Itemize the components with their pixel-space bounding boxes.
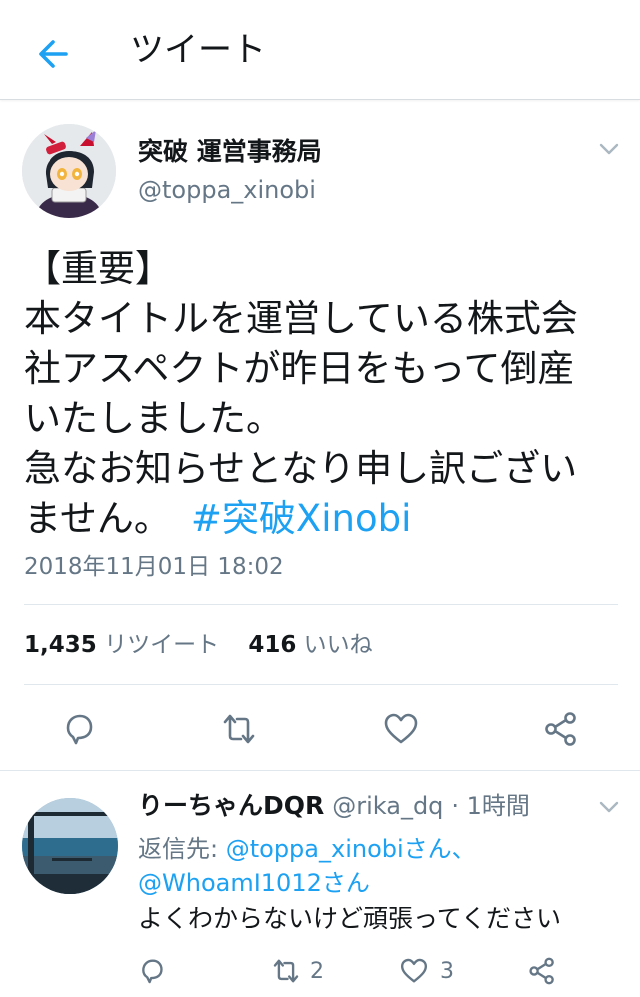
share-icon[interactable] <box>526 956 558 986</box>
divider <box>0 770 640 771</box>
chevron-down-icon[interactable] <box>596 136 622 162</box>
reply-to: 返信先: @toppa_xinobiさん、 @WhoamI1012さん <box>138 832 618 900</box>
tweet-text-line: 【重要】 <box>24 247 172 290</box>
hashtag-link[interactable]: #突破Xinobi <box>191 497 411 540</box>
retweet-icon[interactable] <box>270 956 302 986</box>
tweet-text: 【重要】 本タイトルを運営している株式会 社アスペクトが昨日をもって倒産 いたし… <box>24 244 624 544</box>
tweet-timestamp: 2018年11月01日 18:02 <box>24 554 284 580</box>
mention-link[interactable]: @WhoamI1012さん <box>138 869 370 897</box>
divider <box>24 604 618 605</box>
tweet-last-line: ません。 #突破Xinobi <box>24 494 624 544</box>
arrow-left-icon[interactable] <box>34 34 74 74</box>
avatar[interactable] <box>22 124 116 218</box>
avatar-photo <box>22 798 118 894</box>
divider <box>24 684 618 685</box>
heart-icon[interactable] <box>398 956 430 986</box>
tweet-text-line: 急なお知らせとなり申し訳ござい <box>24 447 578 490</box>
tweet-text-line: 本タイトルを運営している株式会 <box>24 297 578 340</box>
reply-time: · 1時間 <box>451 792 530 820</box>
author-handle[interactable]: @toppa_xinobi <box>138 174 316 206</box>
reply-author: りーちゃんDQR @rika_dq · 1時間 <box>138 788 530 824</box>
retweet-icon[interactable] <box>219 710 259 748</box>
share-icon[interactable] <box>541 710 581 748</box>
chevron-down-icon[interactable] <box>596 794 622 820</box>
like-count[interactable]: 416 <box>248 632 296 658</box>
reply-to-label: 返信先: <box>138 835 226 863</box>
retweet-label[interactable]: リツイート <box>104 632 219 658</box>
reply-like-count: 3 <box>440 959 454 984</box>
reply-icon[interactable] <box>137 956 167 986</box>
tweet-stats: 1,435 リツイート 416 いいね <box>24 628 373 662</box>
reply-author-name[interactable]: りーちゃんDQR <box>138 791 324 820</box>
app-bar: ツイート <box>0 0 640 100</box>
mention-link[interactable]: @toppa_xinobiさん、 <box>226 835 476 863</box>
reply-text: よくわからないけど頑張ってください <box>138 904 562 933</box>
tweet-text-line: ません。 <box>24 497 171 540</box>
reply-icon[interactable] <box>60 710 98 748</box>
avatar-illustration <box>22 124 116 218</box>
reply-retweet-count: 2 <box>310 959 324 984</box>
author-name[interactable]: 突破 運営事務局 <box>138 134 322 170</box>
tweet-text-line: いたしました。 <box>24 397 283 440</box>
like-label[interactable]: いいね <box>304 632 373 658</box>
page-title: ツイート <box>130 30 266 70</box>
reply-avatar[interactable] <box>22 798 118 894</box>
reply-author-handle[interactable]: @rika_dq <box>332 792 443 820</box>
tweet-text-line: 社アスペクトが昨日をもって倒産 <box>24 347 575 390</box>
retweet-count[interactable]: 1,435 <box>24 632 97 658</box>
heart-icon[interactable] <box>381 710 421 748</box>
